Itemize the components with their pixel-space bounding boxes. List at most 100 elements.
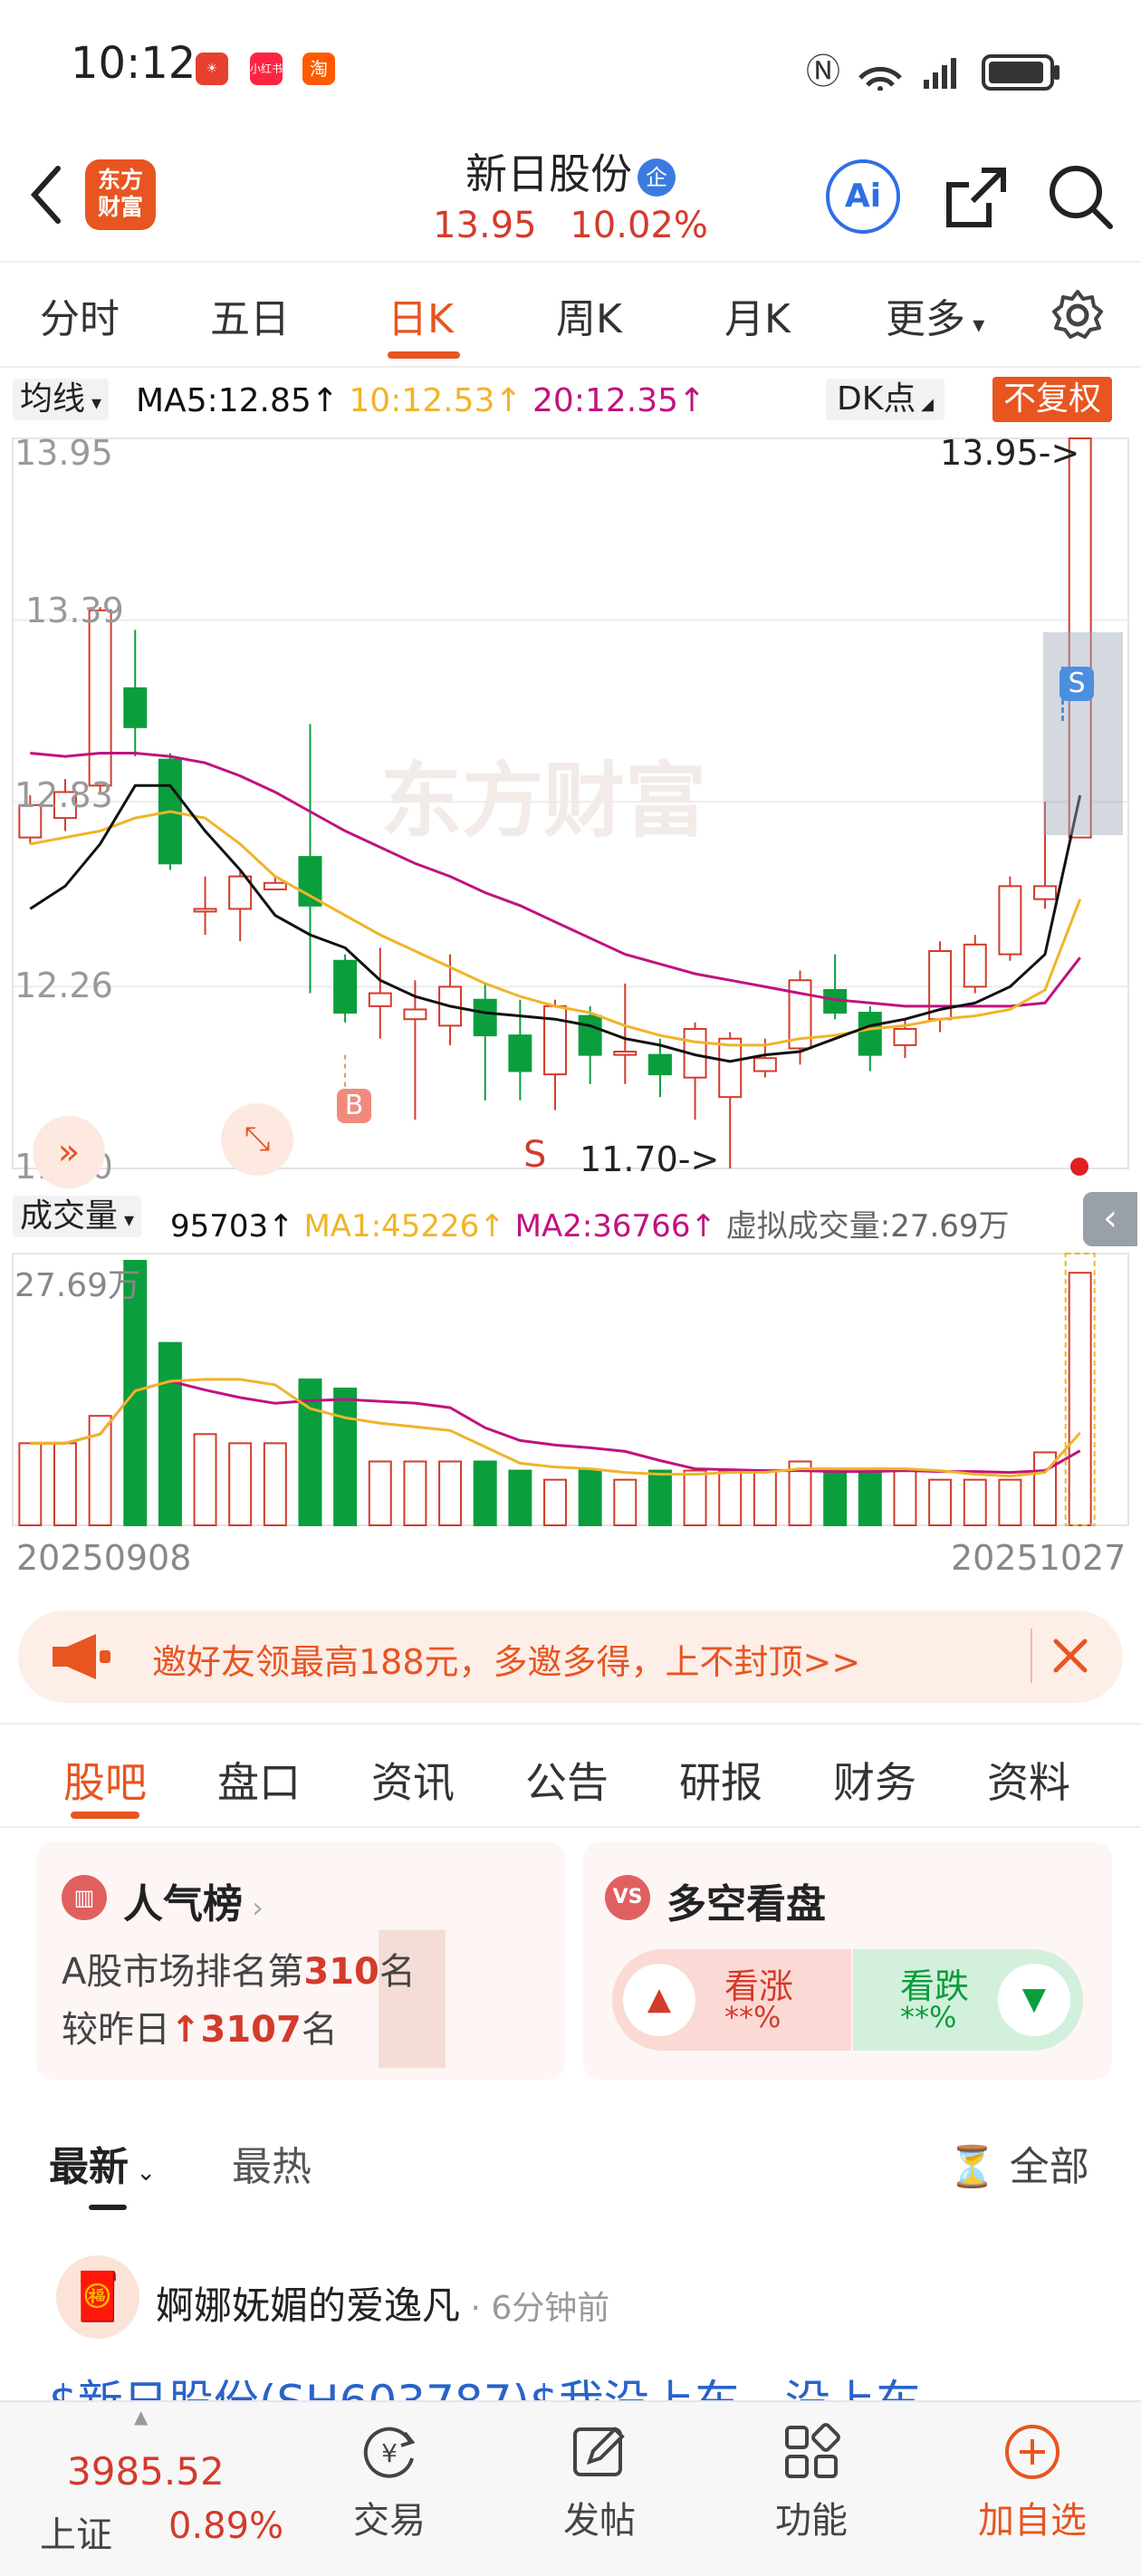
tab-profile[interactable]: 资料 bbox=[987, 1750, 1070, 1810]
sort-latest[interactable]: 最新 ⌄ bbox=[49, 2134, 156, 2192]
tab-monthly-k[interactable]: 月K bbox=[724, 286, 791, 344]
volume-bar bbox=[823, 1469, 848, 1527]
fullscreen-icon[interactable]: ⤡ bbox=[221, 1103, 293, 1176]
virtual-volume: 虚拟成交量:27.69万 bbox=[725, 1208, 1010, 1245]
volume-value: 95703↑ bbox=[170, 1208, 294, 1245]
volume-bar bbox=[333, 1387, 358, 1526]
bullish-percent: **% bbox=[724, 2000, 781, 2034]
stock-header: 东方 财富 新日股份企 13.95 10.02% Ai bbox=[0, 136, 1141, 263]
popularity-card[interactable]: ▮ ▥ 人气榜 › A股市场排名第310名 较昨日↑3107名 bbox=[36, 1842, 565, 2080]
volume-bar bbox=[508, 1469, 532, 1527]
candle-body bbox=[613, 1051, 638, 1056]
chevron-down-icon: ⌄ bbox=[129, 2159, 157, 2187]
tab-guba[interactable]: 股吧 bbox=[63, 1750, 147, 1810]
tab-research[interactable]: 研报 bbox=[679, 1750, 762, 1810]
post-username[interactable]: 婀娜妩媚的爱逸凡 bbox=[156, 2283, 460, 2328]
volume-bar bbox=[228, 1442, 253, 1526]
tab-pankou[interactable]: 盘口 bbox=[217, 1750, 301, 1810]
tab-weekly-k[interactable]: 周K bbox=[556, 286, 622, 344]
volume-bar bbox=[858, 1469, 882, 1527]
tab-five-day[interactable]: 五日 bbox=[210, 286, 290, 344]
sort-hottest[interactable]: 最热 bbox=[232, 2134, 312, 2192]
volume-chart: 27.69万 bbox=[0, 1248, 1141, 1538]
volume-type-label: 成交量 bbox=[20, 1197, 119, 1235]
candle-body bbox=[647, 1053, 672, 1076]
volume-ma1-line bbox=[30, 1378, 1081, 1478]
bull-bear-card: VS 多空看盘 ▲ 看涨 **% 看跌 **% ▼ bbox=[583, 1842, 1112, 2080]
candle-body bbox=[508, 1034, 532, 1072]
indicator-type-dropdown[interactable]: 均线 ▾ bbox=[13, 379, 110, 420]
volume-bar bbox=[53, 1442, 77, 1526]
bullish-button[interactable]: ▲ 看涨 **% bbox=[612, 1949, 851, 2051]
index-change: 0.89% bbox=[168, 2505, 284, 2547]
collapse-panel-icon[interactable]: ‹ bbox=[1083, 1192, 1137, 1246]
nav-trade-label: 交易 bbox=[353, 2500, 426, 2542]
nav-trade[interactable]: ¥ 交易 bbox=[317, 2420, 462, 2543]
current-price: 13.95 bbox=[433, 205, 537, 246]
volume-bar bbox=[998, 1478, 1022, 1526]
y-label-12-26: 12.26 bbox=[14, 966, 113, 1005]
share-icon[interactable] bbox=[942, 163, 1011, 232]
gear-icon[interactable] bbox=[1050, 288, 1105, 342]
volume-bar bbox=[18, 1442, 43, 1526]
ma10-value: 10:12.53↑ bbox=[349, 382, 523, 419]
volume-bar bbox=[438, 1460, 463, 1526]
sell-mark: S bbox=[523, 1134, 547, 1176]
rank-value: 310 bbox=[303, 1951, 379, 1993]
megaphone-icon bbox=[53, 1634, 110, 1679]
tab-finance[interactable]: 财务 bbox=[833, 1750, 916, 1810]
ai-button[interactable]: Ai bbox=[826, 159, 900, 234]
chevron-right-icon: › bbox=[243, 1890, 264, 1925]
popularity-title: 人气榜 › bbox=[123, 1871, 264, 1929]
change-suffix: 名 bbox=[301, 2009, 338, 2051]
candlestick-chart[interactable]: 东方财富 13.39 13.95 12.83 12.26 11.70 13.95… bbox=[0, 428, 1141, 1188]
tab-timeshare[interactable]: 分时 bbox=[40, 286, 120, 344]
stock-name: 新日股份 bbox=[465, 149, 632, 198]
candle-body bbox=[963, 943, 987, 988]
volume-svg bbox=[12, 1253, 1129, 1527]
active-tab-indicator bbox=[71, 1812, 139, 1819]
volume-values: 95703↑ MA1:45226↑ MA2:36766↑ 虚拟成交量:27.69… bbox=[170, 1201, 1010, 1245]
candle-body bbox=[473, 998, 497, 1037]
volume-ma2-line bbox=[30, 1379, 1081, 1475]
triangle-up-icon: ▲ bbox=[623, 1964, 695, 2036]
vol-ma2: MA2:36766↑ bbox=[514, 1208, 716, 1245]
search-icon[interactable] bbox=[1047, 163, 1116, 232]
candlestick-svg: 东方财富 bbox=[12, 437, 1129, 1169]
plus-circle-icon bbox=[1005, 2425, 1060, 2479]
xiaohongshu-icon: 小红书 bbox=[250, 53, 283, 85]
avatar[interactable]: 🧧 bbox=[56, 2255, 139, 2339]
filter-button[interactable]: ⏳ 全部 bbox=[947, 2134, 1089, 2192]
bearish-button[interactable]: 看跌 **% ▼ bbox=[853, 1949, 1083, 2051]
volume-indicator-row: 成交量 ▾ 95703↑ MA1:45226↑ MA2:36766↑ 虚拟成交量… bbox=[0, 1190, 1141, 1246]
tab-announcements[interactable]: 公告 bbox=[525, 1750, 609, 1810]
expand-left-icon[interactable]: » bbox=[33, 1116, 105, 1188]
feed-sort-row: 最新 ⌄ 最热 ⏳ 全部 bbox=[0, 2092, 1141, 2210]
candle-body bbox=[333, 959, 358, 1014]
volume-bar bbox=[1068, 1272, 1092, 1527]
dk-point-toggle[interactable]: DK点 ◢ bbox=[826, 379, 944, 420]
nav-post[interactable]: 发帖 bbox=[527, 2420, 672, 2543]
tab-more[interactable]: 更多 ▾ bbox=[886, 286, 984, 344]
nav-post-label: 发帖 bbox=[563, 2500, 636, 2542]
nav-add-watchlist[interactable]: 加自选 bbox=[960, 2420, 1105, 2543]
tab-daily-k[interactable]: 日K bbox=[388, 286, 454, 344]
candle-body bbox=[543, 1004, 567, 1076]
nfc-icon: Ⓝ bbox=[806, 52, 840, 91]
up-arrow-icon: ↑ bbox=[170, 2009, 201, 2051]
caret-up-icon: ▲ bbox=[134, 2406, 149, 2427]
index-value[interactable]: 3985.52 bbox=[67, 2449, 225, 2494]
promo-banner[interactable]: 邀好友领最高188元，多邀多得，上不封顶>> bbox=[18, 1610, 1123, 1703]
nav-add-watchlist-label: 加自选 bbox=[978, 2500, 1087, 2542]
adjust-button[interactable]: 不复权 bbox=[992, 377, 1113, 422]
rank-line: A股市场排名第310名 bbox=[62, 1942, 416, 1994]
candle-body bbox=[718, 1037, 743, 1099]
candle-body bbox=[298, 856, 322, 907]
close-icon[interactable] bbox=[1050, 1636, 1090, 1676]
tab-news[interactable]: 资讯 bbox=[371, 1750, 455, 1810]
nav-functions[interactable]: 功能 bbox=[739, 2420, 884, 2543]
status-time: 10:12 bbox=[71, 38, 197, 89]
volume-type-dropdown[interactable]: 成交量 ▾ bbox=[13, 1196, 142, 1237]
candle-body bbox=[88, 609, 112, 787]
post-text[interactable]: $新日股份(SH603787)$我没上车，没上车 bbox=[49, 2366, 921, 2402]
